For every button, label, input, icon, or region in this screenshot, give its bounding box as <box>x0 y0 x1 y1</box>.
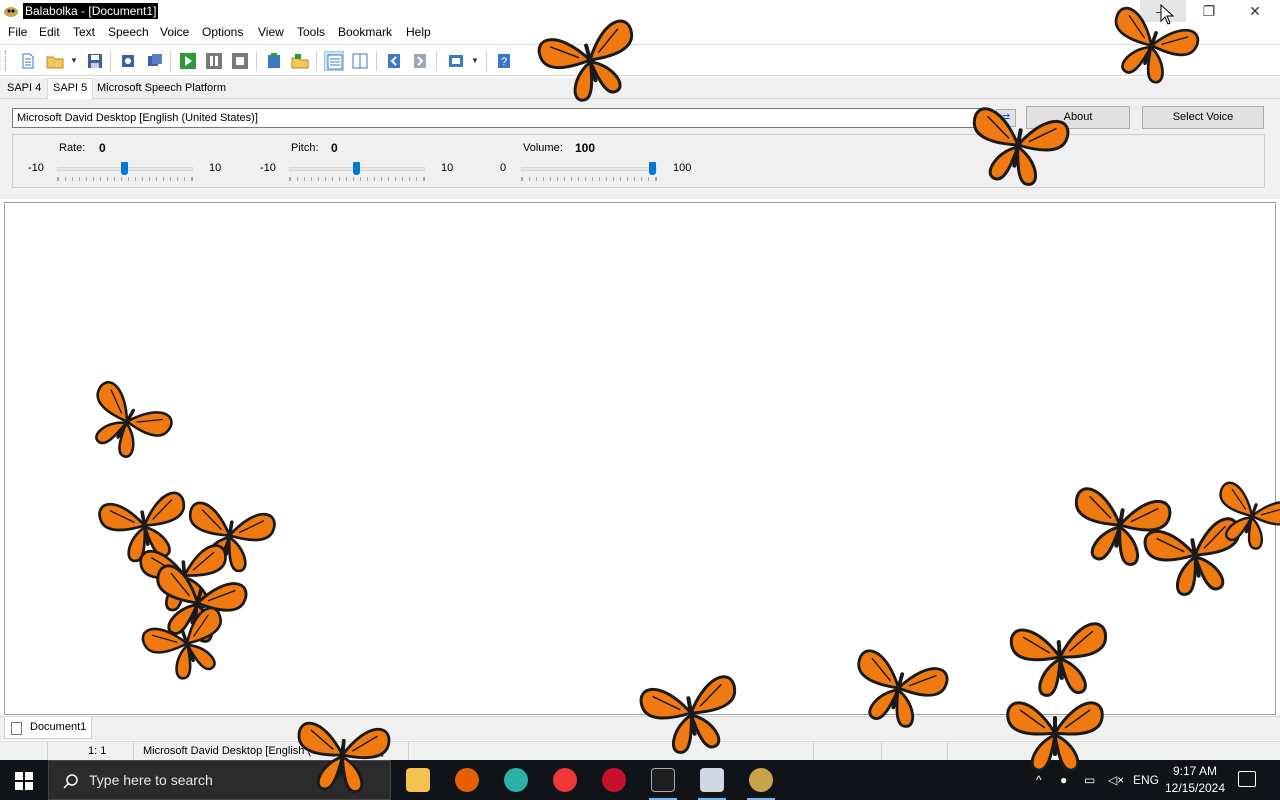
pitch-label: Pitch: <box>291 142 319 154</box>
tab-sapi4[interactable]: SAPI 4 <box>2 79 46 99</box>
play-icon[interactable] <box>178 51 198 71</box>
stop-icon[interactable] <box>230 51 250 71</box>
toolbar-separator <box>486 51 487 71</box>
volume-min: 0 <box>500 162 507 174</box>
toolbar-separator <box>256 51 257 71</box>
rate-min: -10 <box>28 162 44 174</box>
start-button[interactable] <box>0 760 48 800</box>
voice-select[interactable]: Microsoft David Desktop [English (United… <box>12 108 990 128</box>
language-indicator[interactable]: ENG <box>1133 760 1159 800</box>
view-icon[interactable] <box>324 51 344 71</box>
windows-icon <box>15 772 33 790</box>
menu-options[interactable]: Options <box>202 25 243 39</box>
balabolka-taskbar-icon[interactable] <box>737 760 785 800</box>
toolbar-separator <box>436 51 437 71</box>
search-icon <box>63 774 78 789</box>
butterfly-icon <box>639 675 737 754</box>
butterfly-icon <box>972 107 1070 186</box>
document-icon <box>11 722 22 735</box>
cursor-position: 1: 1 <box>84 742 134 760</box>
volume-label: Volume: <box>523 142 563 154</box>
rate-slider-thumb[interactable] <box>121 162 128 175</box>
app-window-icon[interactable] <box>688 760 736 800</box>
volume-max: 100 <box>673 162 692 174</box>
read-clipboard-icon[interactable] <box>264 51 284 71</box>
prev-icon[interactable] <box>384 51 404 71</box>
pitch-min: -10 <box>260 162 276 174</box>
toolbar-separator <box>376 51 377 71</box>
pitch-ticks <box>289 177 425 181</box>
status-cell-empty <box>0 742 48 760</box>
rate-max: 10 <box>209 162 222 174</box>
pitch-slider-thumb[interactable] <box>353 162 360 175</box>
clock[interactable]: 9:17 AM 12/15/2024 <box>1160 763 1230 797</box>
status-cell <box>882 742 948 760</box>
menu-text[interactable]: Text <box>73 25 95 39</box>
menu-voice[interactable]: Voice <box>160 25 189 39</box>
file-explorer-icon[interactable] <box>394 760 442 800</box>
volume-muted-icon[interactable]: ◁× <box>1108 760 1124 800</box>
app-red-icon[interactable] <box>590 760 638 800</box>
close-button[interactable]: ✕ <box>1232 0 1278 22</box>
menu-speech[interactable]: Speech <box>108 25 149 39</box>
toolbar-separator <box>316 51 317 71</box>
select-voice-button[interactable]: Select Voice <box>1142 106 1264 129</box>
clock-time: 9:17 AM <box>1172 764 1218 778</box>
browser-icon[interactable] <box>492 760 540 800</box>
volume-slider-track[interactable] <box>521 167 657 171</box>
rate-label: Rate: <box>59 142 86 154</box>
notifications-icon[interactable] <box>1238 771 1256 787</box>
save-icon[interactable] <box>85 51 105 71</box>
butterfly-icon <box>1006 701 1104 772</box>
split-icon[interactable] <box>350 51 370 71</box>
volume-value: 100 <box>575 141 596 155</box>
help-icon[interactable]: ? <box>494 51 514 71</box>
window-title: Balabolka - [Document1] <box>23 3 159 19</box>
search-placeholder: Type here to search <box>89 772 213 788</box>
document-tab[interactable]: Document1 <box>4 717 92 739</box>
butterfly-icon <box>297 721 391 794</box>
pitch-value: 0 <box>331 141 338 155</box>
clock-date: 12/15/2024 <box>1164 781 1226 795</box>
menu-file[interactable]: File <box>8 25 27 39</box>
rate-ticks <box>57 177 193 181</box>
batch-convert-icon[interactable] <box>145 51 165 71</box>
title-bar: Balabolka - [Document1] — ❐ ✕ <box>0 0 1280 22</box>
document-tab-label: Document1 <box>30 721 87 733</box>
tab-sapi5[interactable]: SAPI 5 <box>47 78 94 99</box>
pitch-max: 10 <box>441 162 454 174</box>
new-document-icon[interactable] <box>18 51 38 71</box>
vivaldi-icon[interactable] <box>541 760 589 800</box>
toolbar-separator <box>110 51 111 71</box>
tab-microsoft-speech-platform[interactable]: Microsoft Speech Platform <box>92 79 231 99</box>
sliders-group: Rate: 0 -10 10 Pitch: 0 -10 10 Volume: 1… <box>12 134 1265 188</box>
menu-bookmark[interactable]: Bookmark <box>338 25 392 39</box>
audio-dropdown-icon[interactable]: ▼ <box>470 54 480 68</box>
volume-slider-thumb[interactable] <box>649 162 656 175</box>
toolbar-grip[interactable] <box>5 51 8 71</box>
pause-icon[interactable] <box>204 51 224 71</box>
status-cell <box>762 742 814 760</box>
volume-ticks <box>521 177 657 181</box>
firefox-icon[interactable] <box>443 760 491 800</box>
toolbar-separator <box>170 51 171 71</box>
status-cell <box>814 742 882 760</box>
menu-edit[interactable]: Edit <box>39 25 60 39</box>
menu-help[interactable]: Help <box>406 25 431 39</box>
open-dropdown-icon[interactable]: ▼ <box>69 54 79 68</box>
open-file-icon[interactable] <box>45 51 65 71</box>
menu-view[interactable]: View <box>258 25 284 39</box>
svg-text:?: ? <box>501 56 507 68</box>
voice-select-value: Microsoft David Desktop [English (United… <box>17 112 258 124</box>
save-audio-icon[interactable] <box>118 51 138 71</box>
balabolka-app-icon <box>4 7 18 17</box>
next-icon[interactable] <box>410 51 430 71</box>
rate-value: 0 <box>99 141 106 155</box>
open-folder-icon[interactable] <box>290 51 310 71</box>
audio-file-icon[interactable] <box>446 51 466 71</box>
voice-panel: Microsoft David Desktop [English (United… <box>0 99 1280 199</box>
menu-tools[interactable]: Tools <box>297 25 325 39</box>
mouse-cursor-icon <box>1160 4 1174 25</box>
